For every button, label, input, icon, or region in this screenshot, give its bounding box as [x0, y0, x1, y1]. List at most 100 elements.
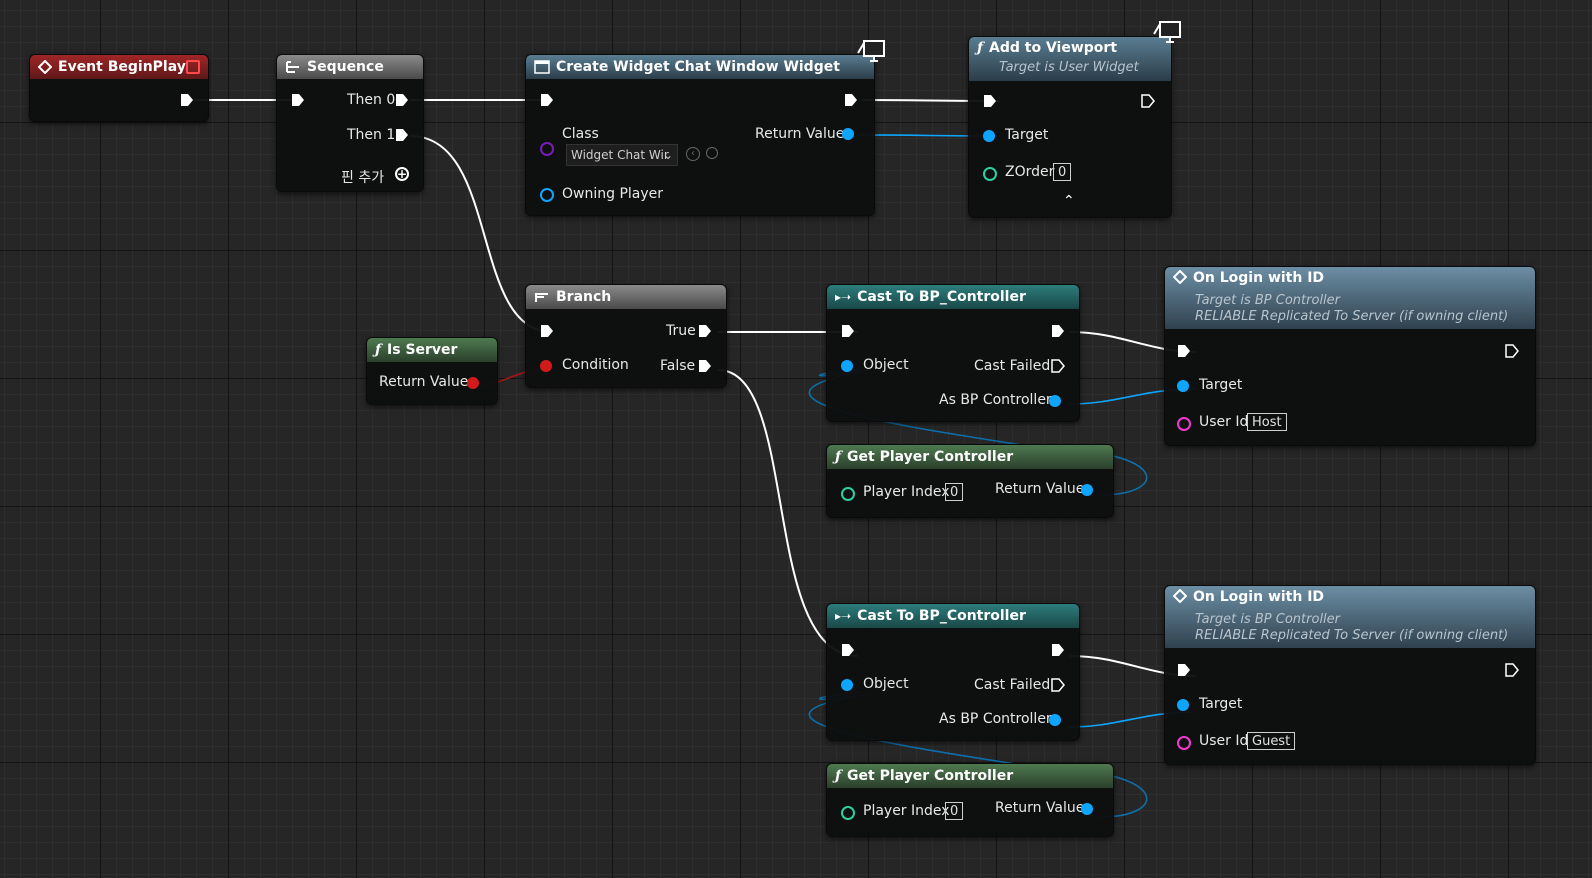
cast-failed-label: Cast Failed: [974, 358, 1051, 374]
node-title: Event BeginPlay: [58, 59, 186, 75]
user-id-label: User Id: [1199, 414, 1249, 430]
node-title: Cast To BP_Controller: [857, 608, 1026, 624]
node-event-beginplay[interactable]: Event BeginPlay: [29, 54, 209, 122]
class-pin[interactable]: [540, 142, 554, 156]
user-id-input[interactable]: Guest: [1247, 732, 1296, 750]
exec-in-pin[interactable]: [1177, 344, 1191, 358]
sequence-icon: [285, 60, 301, 74]
as-bp-controller-pin[interactable]: [1049, 395, 1061, 407]
node-subtitle: Target is User Widget: [999, 60, 1139, 75]
exec-in-pin[interactable]: [983, 94, 997, 108]
event-icon: [1173, 589, 1187, 603]
network-icon: [1152, 20, 1182, 50]
node-get-player-controller[interactable]: ƒ Get Player Controller Player Index 0 R…: [826, 444, 1114, 518]
then1-label: Then 1: [347, 127, 396, 143]
return-value-pin[interactable]: [467, 377, 479, 389]
then0-pin[interactable]: [395, 93, 409, 107]
condition-pin[interactable]: [540, 360, 552, 372]
return-value-label: Return Value: [995, 481, 1085, 497]
user-id-pin[interactable]: [1177, 417, 1191, 431]
user-id-pin[interactable]: [1177, 736, 1191, 750]
exec-out-pin[interactable]: [1051, 324, 1065, 338]
exec-out-pin[interactable]: [1505, 344, 1519, 358]
node-sequence[interactable]: Sequence Then 0 Then 1 핀 추가 +: [276, 54, 424, 192]
true-pin[interactable]: [698, 324, 712, 338]
exec-out-pin[interactable]: [180, 93, 194, 107]
zorder-label: ZOrder: [1005, 164, 1055, 180]
user-id-label: User Id: [1199, 733, 1249, 749]
node-add-to-viewport[interactable]: ƒ Add to Viewport Target is User Widget …: [968, 36, 1172, 218]
target-label: Target: [1199, 696, 1243, 712]
target-pin[interactable]: [1177, 380, 1189, 392]
cast-failed-pin[interactable]: [1051, 678, 1065, 692]
function-icon: ƒ: [835, 449, 842, 465]
node-get-player-controller[interactable]: ƒ Get Player Controller Player Index 0 R…: [826, 763, 1114, 837]
cast-failed-pin[interactable]: [1051, 359, 1065, 373]
add-pin-label[interactable]: 핀 추가: [341, 167, 384, 187]
event-icon: [38, 60, 52, 74]
exec-in-pin[interactable]: [540, 324, 554, 338]
node-cast-bp-controller[interactable]: ▸➝ Cast To BP_Controller Object Cast Fai…: [826, 603, 1080, 741]
as-bp-controller-label: As BP Controller: [939, 711, 1052, 727]
as-bp-controller-pin[interactable]: [1049, 714, 1061, 726]
target-label: Target: [1199, 377, 1243, 393]
node-subtitle: Target is BP Controller: [1195, 612, 1341, 627]
exec-out-pin[interactable]: [1505, 663, 1519, 677]
return-value-pin[interactable]: [1081, 484, 1093, 496]
player-index-pin[interactable]: [841, 806, 855, 820]
search-icon[interactable]: [706, 147, 718, 159]
widget-icon: [534, 60, 550, 74]
event-icon: [1173, 270, 1187, 284]
node-create-widget[interactable]: Create Widget Chat Window Widget Class W…: [525, 54, 875, 216]
chevron-up-icon[interactable]: ⌃: [1063, 193, 1075, 209]
exec-in-pin[interactable]: [291, 93, 305, 107]
object-pin[interactable]: [841, 679, 853, 691]
return-value-label: Return Value: [379, 374, 469, 390]
node-subtitle: RELIABLE Replicated To Server (if owning…: [1195, 628, 1509, 643]
node-cast-bp-controller[interactable]: ▸➝ Cast To BP_Controller Object Cast Fai…: [826, 284, 1080, 422]
class-dropdown[interactable]: Widget Chat Wir ⌄: [566, 144, 678, 166]
then1-pin[interactable]: [395, 128, 409, 142]
node-is-server[interactable]: ƒ Is Server Return Value: [366, 337, 498, 405]
stop-icon: [186, 60, 200, 74]
return-value-pin[interactable]: [1081, 803, 1093, 815]
owning-player-pin[interactable]: [540, 188, 554, 202]
true-label: True: [666, 323, 696, 339]
exec-in-pin[interactable]: [1177, 663, 1191, 677]
node-title: On Login with ID: [1193, 270, 1325, 286]
add-pin-icon[interactable]: +: [395, 167, 409, 181]
user-id-input[interactable]: Host: [1247, 413, 1287, 431]
player-index-pin[interactable]: [841, 487, 855, 501]
branch-icon: [534, 290, 550, 304]
node-on-login-with-id[interactable]: On Login with ID Target is BP Controller…: [1164, 266, 1536, 446]
node-title: Get Player Controller: [847, 768, 1014, 784]
cast-failed-label: Cast Failed: [974, 677, 1051, 693]
exec-out-pin[interactable]: [1141, 94, 1155, 108]
exec-in-pin[interactable]: [841, 643, 855, 657]
node-on-login-with-id[interactable]: On Login with ID Target is BP Controller…: [1164, 585, 1536, 765]
player-index-input[interactable]: 0: [945, 483, 964, 501]
node-title: Branch: [556, 289, 612, 305]
false-pin[interactable]: [698, 359, 712, 373]
cast-icon: ▸➝: [835, 609, 852, 623]
exec-in-pin[interactable]: [841, 324, 855, 338]
return-value-pin[interactable]: [842, 128, 854, 140]
owning-player-label: Owning Player: [562, 186, 664, 202]
exec-out-pin[interactable]: [844, 93, 858, 107]
node-subtitle: RELIABLE Replicated To Server (if owning…: [1195, 309, 1509, 324]
function-icon: ƒ: [977, 40, 984, 56]
node-title: Cast To BP_Controller: [857, 289, 1026, 305]
return-value-label: Return Value: [755, 126, 845, 142]
player-index-label: Player Index: [863, 484, 950, 500]
node-branch[interactable]: Branch True Condition False: [525, 284, 727, 388]
then0-label: Then 0: [347, 92, 396, 108]
zorder-pin[interactable]: [983, 167, 997, 181]
exec-out-pin[interactable]: [1051, 643, 1065, 657]
zorder-input[interactable]: 0: [1053, 163, 1072, 181]
object-pin[interactable]: [841, 360, 853, 372]
browse-icon[interactable]: ‹: [686, 147, 700, 161]
target-pin[interactable]: [983, 130, 995, 142]
player-index-input[interactable]: 0: [945, 802, 964, 820]
target-pin[interactable]: [1177, 699, 1189, 711]
exec-in-pin[interactable]: [540, 93, 554, 107]
